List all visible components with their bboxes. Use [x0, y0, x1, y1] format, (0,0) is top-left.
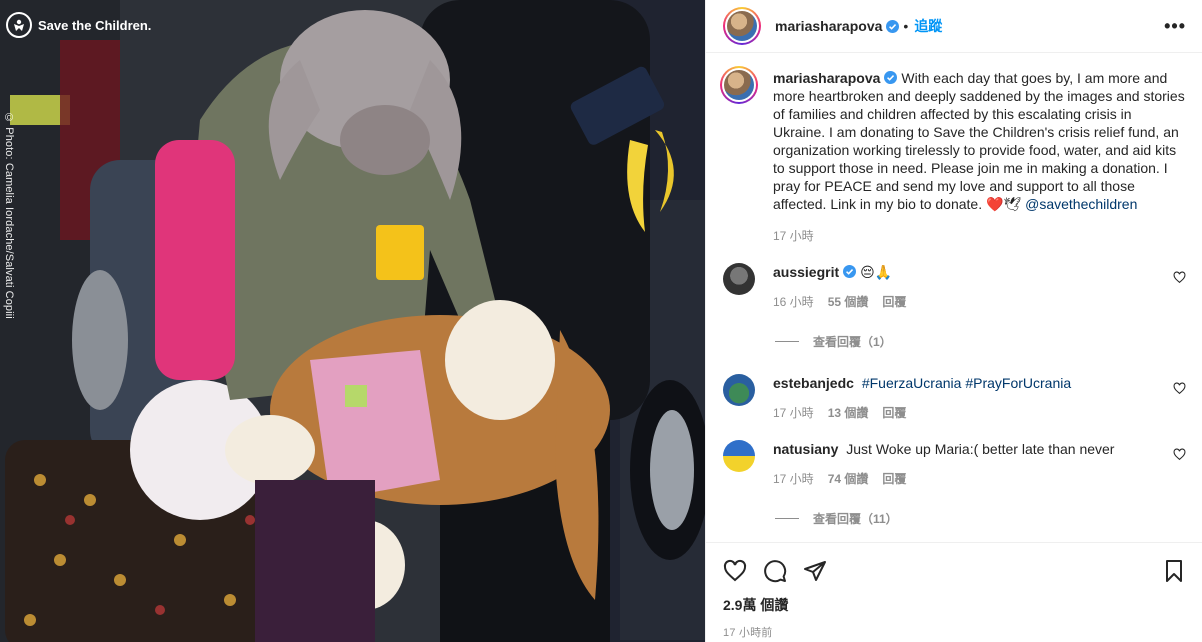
post-header: mariasharapova • 追蹤 ••• [706, 0, 1202, 53]
action-icons-row [723, 551, 1186, 591]
caption-row: mariasharapova With each day that goes b… [720, 66, 1186, 245]
author-username-group: mariasharapova [775, 18, 900, 34]
caption-time[interactable]: 17 小時 [773, 227, 814, 245]
comment-like-heart-icon[interactable] [1173, 271, 1186, 284]
view-replies-label: 查看回覆（11） [813, 512, 898, 526]
comment-like-heart-icon[interactable] [1173, 448, 1186, 461]
commenter-avatar[interactable] [723, 374, 755, 406]
comment-reply-button[interactable]: 回覆 [882, 404, 906, 422]
view-replies-label: 查看回覆（1） [813, 335, 892, 349]
view-replies-line [775, 341, 799, 342]
caption-author-avatar[interactable] [720, 66, 758, 104]
comment-username[interactable]: natusiany [773, 441, 838, 457]
comment-meta: 16 小時 55 個讚 回覆 [773, 293, 1164, 311]
comment-username[interactable]: estebanjedc [773, 375, 854, 391]
comment-time[interactable]: 17 小時 [773, 470, 814, 488]
post-likes-count[interactable]: 2.9萬 個讚 [723, 595, 1186, 615]
comment-meta: 17 小時 13 個讚 回覆 [773, 404, 1164, 422]
view-replies-line [775, 518, 799, 519]
comment-row: natusiany Just Woke up Maria:( better la… [723, 440, 1186, 488]
save-the-children-logo-icon [6, 12, 32, 38]
post-photo[interactable]: Save the Children. © Photo: Camelia Iord… [0, 0, 705, 642]
caption-text: With each day that goes by, I am more an… [773, 70, 1185, 212]
comment-likes[interactable]: 55 個讚 [828, 293, 869, 311]
author-username[interactable]: mariasharapova [775, 18, 882, 34]
caption-emoji: ❤️🕊 [986, 196, 1022, 212]
post-actions-section: 2.9萬 個讚 17 小時前 [706, 542, 1202, 642]
post-side-panel: mariasharapova • 追蹤 ••• mariasharapova W… [705, 0, 1202, 642]
comment-likes[interactable]: 13 個讚 [828, 404, 869, 422]
caption-username[interactable]: mariasharapova [773, 70, 880, 86]
hashtag-link[interactable]: #FuerzaUcrania [862, 375, 962, 391]
save-bookmark-icon[interactable] [1162, 559, 1186, 583]
commenter-avatar[interactable] [723, 440, 755, 472]
avatar-image [724, 70, 754, 100]
photo-credit: © Photo: Camelia Iordache/Salvati Copiii [3, 112, 15, 319]
view-replies-button[interactable]: 查看回覆（1） [775, 333, 1186, 350]
comments-list[interactable]: mariasharapova With each day that goes b… [706, 53, 1202, 542]
comment-bubble-icon[interactable] [763, 559, 787, 583]
caption-mention-link[interactable]: @savethechildren [1025, 196, 1137, 212]
comment-body: aussiegrit 😔🙏 16 小時 55 個讚 回覆 [773, 263, 1186, 311]
post-timestamp[interactable]: 17 小時前 [723, 624, 1186, 640]
more-options-button[interactable]: ••• [1164, 16, 1186, 37]
verified-badge-icon [886, 19, 900, 33]
save-the-children-badge: Save the Children. [6, 12, 151, 38]
comment-time[interactable]: 17 小時 [773, 404, 814, 422]
comment-time[interactable]: 16 小時 [773, 293, 814, 311]
verified-badge-icon [843, 265, 857, 278]
comment-reply-button[interactable]: 回覆 [882, 293, 906, 311]
comment-username[interactable]: aussiegrit [773, 264, 839, 280]
header-dot-separator: • [903, 18, 909, 34]
hashtag-link[interactable]: #PrayForUcrania [965, 375, 1071, 391]
badge-text: Save the Children. [38, 17, 152, 33]
comment-reply-button[interactable]: 回覆 [882, 470, 906, 488]
comment-body: estebanjedc #FuerzaUcrania #PrayForUcran… [773, 374, 1186, 422]
avatar-image [727, 11, 757, 41]
instagram-post-modal: Save the Children. © Photo: Camelia Iord… [0, 0, 1202, 642]
comment-meta: 17 小時 74 個讚 回覆 [773, 470, 1164, 488]
comment-likes[interactable]: 74 個讚 [828, 470, 869, 488]
avatar-inner [725, 9, 759, 43]
verified-badge-icon [884, 71, 898, 84]
comment-text: Just Woke up Maria:( better late than ne… [846, 441, 1115, 457]
avatar-inner [722, 68, 756, 102]
comment-text: 😔🙏 [860, 264, 893, 280]
caption-meta: 17 小時 [773, 227, 1186, 245]
comment-row: aussiegrit 😔🙏 16 小時 55 個讚 回覆 [723, 263, 1186, 311]
comment-like-heart-icon[interactable] [1173, 382, 1186, 395]
comment-body: natusiany Just Woke up Maria:( better la… [773, 440, 1186, 488]
photo-illustration [0, 0, 705, 642]
share-paper-plane-icon[interactable] [803, 559, 827, 583]
author-avatar[interactable] [723, 7, 761, 45]
comment-row: estebanjedc #FuerzaUcrania #PrayForUcran… [723, 374, 1186, 422]
like-heart-icon[interactable] [723, 559, 747, 583]
follow-button[interactable]: 追蹤 [914, 16, 942, 36]
commenter-avatar[interactable] [723, 263, 755, 295]
view-replies-button[interactable]: 查看回覆（11） [775, 510, 1186, 527]
caption-body: mariasharapova With each day that goes b… [773, 69, 1186, 245]
